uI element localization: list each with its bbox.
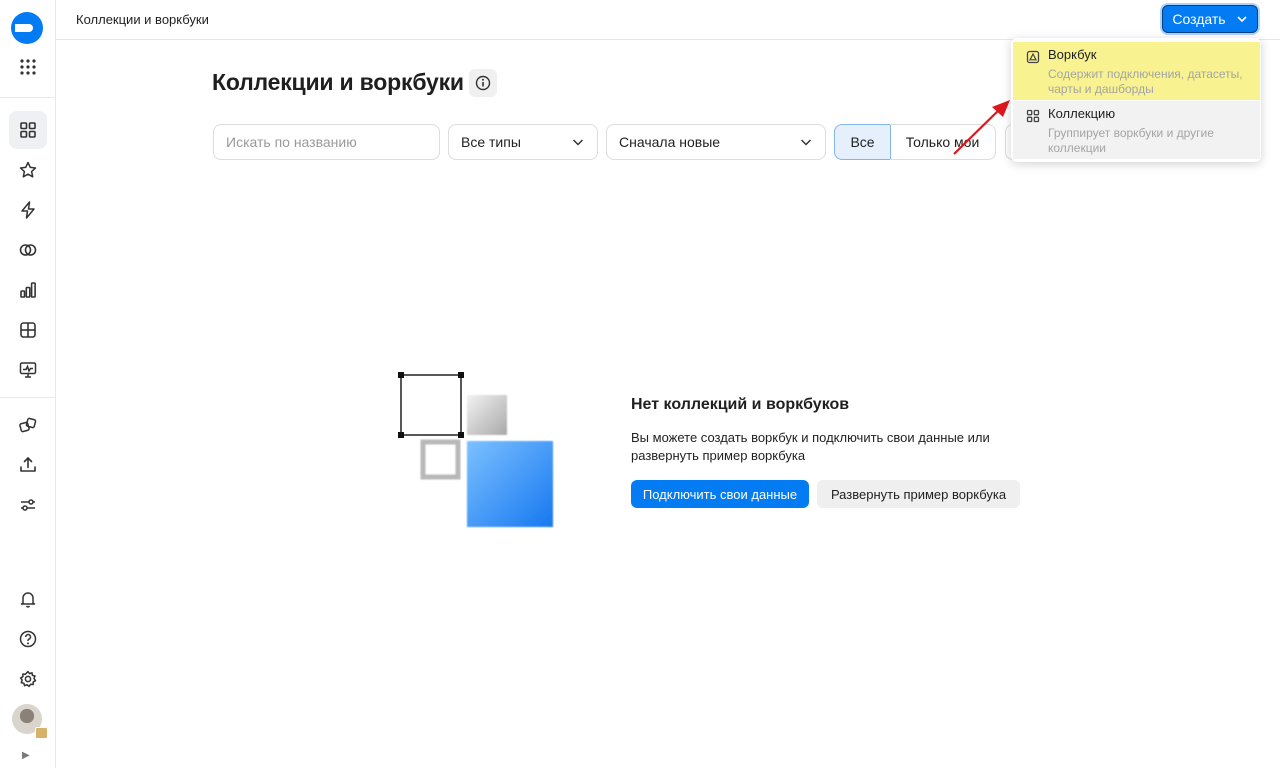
connections-icon[interactable]: [9, 231, 47, 269]
menu-item-collection[interactable]: Коллекцию Группирует воркбуки и другие к…: [1013, 101, 1260, 159]
create-dropdown-menu: Воркбук Содержит подключения, датасеты, …: [1011, 38, 1261, 162]
settings-sliders-icon[interactable]: [9, 486, 47, 524]
empty-state-description: Вы можете создать воркбук и подключить с…: [631, 430, 990, 463]
avatar-badge: [35, 727, 48, 739]
page-title: Коллекции и воркбуки: [212, 69, 464, 95]
logo-icon[interactable]: [10, 10, 46, 46]
lightning-icon[interactable]: [9, 191, 47, 229]
chevron-down-icon: [800, 139, 812, 146]
chevron-down-icon: [1237, 16, 1247, 23]
create-button-label: Создать: [1172, 11, 1226, 27]
filter-all-button[interactable]: Все: [834, 124, 891, 160]
collections-icon[interactable]: [9, 111, 47, 149]
info-icon: [475, 75, 491, 91]
empty-state-illustration: [398, 372, 553, 527]
connect-data-button[interactable]: Подключить свои данные: [631, 480, 809, 508]
charts-icon[interactable]: [9, 271, 47, 309]
dashboards-icon[interactable]: [9, 351, 47, 389]
sort-select[interactable]: Сначала новые: [606, 124, 826, 160]
breadcrumb-title: Коллекции и воркбуки: [76, 12, 209, 27]
sidebar: ▶: [0, 0, 56, 768]
header: Коллекции и воркбуки Создать: [56, 0, 1280, 40]
type-select-value: Все типы: [461, 134, 521, 150]
deploy-example-button[interactable]: Развернуть пример воркбука: [817, 480, 1020, 508]
menu-item-description: Группирует воркбуки и другие коллекции: [1048, 126, 1214, 155]
empty-state-title: Нет коллекций и воркбуков: [631, 396, 850, 413]
apps-grid-icon[interactable]: [9, 48, 47, 86]
menu-item-title: Воркбук: [1048, 47, 1097, 62]
info-button[interactable]: [469, 69, 497, 97]
menu-item-title: Коллекцию: [1048, 106, 1116, 121]
menu-item-workbook[interactable]: Воркбук Содержит подключения, датасеты, …: [1013, 42, 1260, 100]
upload-icon[interactable]: [9, 446, 47, 484]
type-select[interactable]: Все типы: [448, 124, 598, 160]
collection-icon: [1026, 109, 1040, 123]
workbook-icon: [1026, 50, 1040, 64]
sort-select-value: Сначала новые: [619, 134, 721, 150]
annotation-arrow: [953, 100, 1010, 155]
workbooks-icon[interactable]: [9, 406, 47, 444]
bell-icon[interactable]: [9, 580, 47, 618]
create-button[interactable]: Создать: [1162, 5, 1258, 33]
star-icon[interactable]: [9, 151, 47, 189]
datasets-icon[interactable]: [9, 311, 47, 349]
gear-icon[interactable]: [9, 660, 47, 698]
search-input[interactable]: [213, 124, 440, 160]
menu-item-description: Содержит подключения, датасеты, чарты и …: [1048, 67, 1243, 96]
help-icon[interactable]: [9, 620, 47, 658]
collapse-toggle-icon[interactable]: ▶: [22, 750, 30, 761]
chevron-down-icon: [572, 139, 584, 146]
